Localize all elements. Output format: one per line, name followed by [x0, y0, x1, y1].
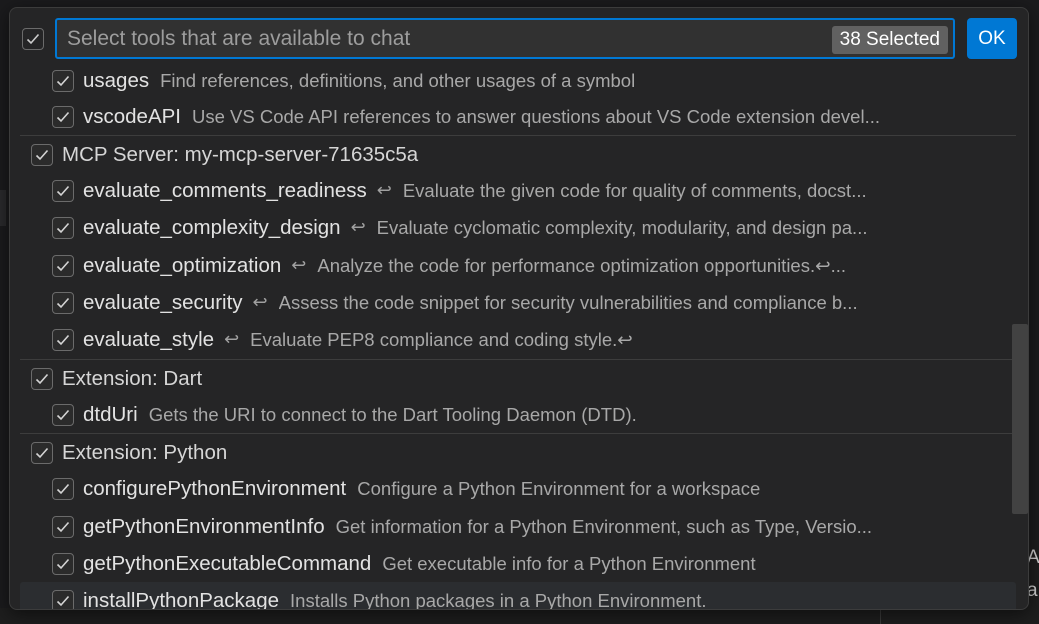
- tool-group-row[interactable]: Extension: Python: [20, 433, 1016, 471]
- tool-row[interactable]: installPythonPackage Installs Python pack…: [20, 582, 1016, 609]
- tool-checkbox[interactable]: [52, 477, 74, 500]
- group-checkbox[interactable]: [31, 143, 53, 166]
- tool-name: evaluate_comments_readiness: [83, 178, 367, 202]
- tool-name: evaluate_complexity_design: [83, 215, 341, 239]
- enter-key-icon: ↩: [376, 180, 392, 200]
- tool-row[interactable]: evaluate_complexity_design ↩ Evaluate cycl…: [20, 209, 1016, 246]
- tool-description: Evaluate cyclomatic complexity, modulari…: [376, 216, 868, 238]
- tool-name: evaluate_optimization: [83, 253, 282, 277]
- tool-row[interactable]: evaluate_style ↩ Evaluate PEP8 compliance …: [20, 321, 1016, 358]
- checkmark-icon: [56, 297, 70, 308]
- tool-description: Evaluate the given code for quality of c…: [402, 179, 867, 201]
- tool-search-input[interactable]: [67, 25, 807, 53]
- tool-search-field[interactable]: 38 Selected: [55, 18, 955, 59]
- tool-checkbox[interactable]: [52, 589, 74, 609]
- checkmark-icon: [56, 75, 70, 86]
- selected-count-badge: 38 Selected: [831, 26, 948, 54]
- checkmark-icon: [35, 447, 49, 458]
- checkmark-icon: [56, 334, 70, 345]
- checkmark-icon: [56, 521, 70, 532]
- tool-row[interactable]: dtdUri Gets the URI to connect to the Dar…: [20, 396, 1016, 433]
- checkmark-icon: [56, 222, 70, 233]
- tool-group-row[interactable]: MCP Server: my-mcp-server-71635c5a: [20, 135, 1016, 173]
- tool-description: Evaluate PEP8 compliance and coding styl…: [250, 328, 633, 350]
- tool-checkbox[interactable]: [52, 403, 74, 426]
- tool-description: Configure a Python Environment for a wor…: [357, 477, 761, 499]
- checkmark-icon: [56, 260, 70, 271]
- tool-name: vscodeAPI: [83, 104, 181, 128]
- enter-key-icon: ↩: [224, 329, 240, 349]
- checkmark-icon: [35, 149, 49, 160]
- tool-name: usages: [83, 68, 150, 92]
- background-editor-mark: [0, 190, 6, 226]
- tool-row[interactable]: configurePythonEnvironment Configure a Py…: [20, 470, 1016, 507]
- checkmark-icon: [56, 558, 70, 569]
- tool-name: getPythonEnvironmentInfo: [83, 514, 325, 538]
- enter-key-icon: ↩: [291, 255, 307, 275]
- tool-row[interactable]: getPythonExecutableCommand Get executable…: [20, 545, 1016, 582]
- group-checkbox[interactable]: [31, 367, 53, 390]
- tool-checkbox[interactable]: [52, 328, 74, 351]
- tool-row[interactable]: vscodeAPI Use VS Code API references to a…: [20, 98, 1016, 135]
- select-all-checkbox[interactable]: [22, 28, 44, 50]
- tool-row[interactable]: usages Find references, definitions, and …: [20, 62, 1016, 99]
- tool-description: Find references, definitions, and other …: [160, 69, 636, 91]
- tool-description: Get information for a Python Environment…: [335, 515, 873, 537]
- tool-checkbox[interactable]: [52, 552, 74, 575]
- tool-description: Use VS Code API references to answer que…: [192, 105, 880, 127]
- list-scrollbar[interactable]: [1012, 324, 1028, 514]
- tool-list: usages Find references, definitions, and …: [10, 60, 1016, 609]
- tool-name: configurePythonEnvironment: [83, 476, 347, 500]
- tool-name: getPythonExecutableCommand: [83, 551, 372, 575]
- tool-checkbox[interactable]: [52, 105, 74, 128]
- tool-description: Analyze the code for performance optimiz…: [317, 254, 847, 276]
- checkmark-icon: [26, 33, 40, 45]
- tool-checkbox[interactable]: [52, 216, 74, 239]
- checkmark-icon: [56, 409, 70, 420]
- checkmark-icon: [56, 185, 70, 196]
- tool-row[interactable]: evaluate_security ↩ Assess the code snippe…: [20, 284, 1016, 321]
- tool-checkbox[interactable]: [52, 515, 74, 538]
- group-label: MCP Server: my-mcp-server-71635c5a: [62, 142, 419, 166]
- tool-description: Installs Python packages in a Python Env…: [290, 589, 707, 610]
- checkmark-icon: [56, 595, 70, 606]
- enter-key-icon: ↩: [252, 292, 268, 312]
- background-status-strip: [0, 608, 1039, 624]
- tool-picker-dialog: 38 Selected OK usages Find references, de…: [9, 7, 1029, 610]
- background-divider: [880, 608, 881, 624]
- checkmark-icon: [56, 483, 70, 494]
- tool-checkbox[interactable]: [52, 291, 74, 314]
- tool-row[interactable]: evaluate_comments_readiness ↩ Evaluate the…: [20, 172, 1016, 209]
- group-label: Extension: Python: [62, 440, 228, 464]
- tool-name: dtdUri: [83, 402, 138, 426]
- tool-row[interactable]: evaluate_optimization ↩ Analyze the code f…: [20, 247, 1016, 284]
- group-checkbox[interactable]: [31, 441, 53, 464]
- tool-row[interactable]: getPythonEnvironmentInfo Get information …: [20, 508, 1016, 545]
- tool-description: Assess the code snippet for security vul…: [278, 291, 858, 313]
- enter-key-icon: ↩: [350, 217, 366, 237]
- tool-checkbox[interactable]: [52, 69, 74, 92]
- checkmark-icon: [56, 111, 70, 122]
- tool-checkbox[interactable]: [52, 179, 74, 202]
- ok-button[interactable]: OK: [967, 18, 1017, 59]
- tool-name: evaluate_security: [83, 290, 243, 314]
- tool-checkbox[interactable]: [52, 254, 74, 277]
- tool-name: installPythonPackage: [83, 588, 280, 610]
- tool-description: Gets the URI to connect to the Dart Tool…: [148, 403, 637, 425]
- tool-group-row[interactable]: Extension: Dart: [20, 359, 1016, 397]
- checkmark-icon: [35, 373, 49, 384]
- group-label: Extension: Dart: [62, 366, 203, 390]
- tool-description: Get executable info for a Python Environ…: [382, 552, 756, 574]
- tool-name: evaluate_style: [83, 327, 215, 351]
